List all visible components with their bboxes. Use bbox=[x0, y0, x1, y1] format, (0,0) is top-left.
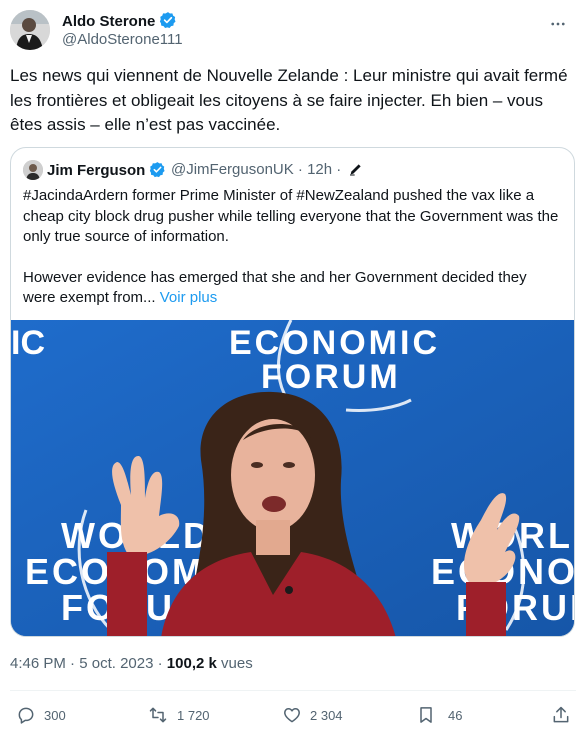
media-text-economic: ECONOMIC bbox=[229, 324, 440, 362]
tweet-date[interactable]: 5 oct. 2023 bbox=[79, 655, 153, 672]
verified-badge-icon bbox=[159, 11, 177, 33]
quoted-text-paragraph-2: However evidence has emerged that she an… bbox=[23, 268, 563, 309]
tweet-timestamp[interactable]: 4:46 PM · 5 oct. 2023 · 100,2 k vues bbox=[10, 655, 253, 672]
bookmark-icon bbox=[416, 705, 436, 725]
tweet-text: Les news qui viennent de Nouvelle Zeland… bbox=[10, 66, 568, 134]
quoted-text-2: However evidence has emerged that she an… bbox=[23, 268, 527, 307]
like-button[interactable]: 2 304 bbox=[282, 702, 343, 728]
action-bar: 300 1 720 2 304 46 bbox=[0, 702, 586, 728]
share-button[interactable] bbox=[551, 702, 571, 728]
divider bbox=[10, 690, 576, 691]
author-name-text[interactable]: Aldo Sterone bbox=[62, 13, 155, 30]
media-photo: IC ECONOMIC FORUM WORLD ECONOMIC FORUM W… bbox=[11, 320, 574, 636]
verified-badge-icon bbox=[149, 161, 166, 182]
repost-count: 1 720 bbox=[177, 707, 210, 723]
tweet-time[interactable]: 4:46 PM bbox=[10, 655, 66, 672]
repost-icon bbox=[147, 705, 169, 725]
quoted-text-paragraph-1: #JacindaArdern former Prime Minister of … bbox=[23, 187, 559, 245]
views-label: vues bbox=[221, 655, 253, 672]
see-more-link[interactable]: Voir plus bbox=[160, 289, 218, 306]
media-text-ic: IC bbox=[11, 324, 45, 362]
quoted-tweet[interactable]: Jim Ferguson @JimFergusonUK · 12h · #Jac… bbox=[10, 147, 575, 637]
like-icon bbox=[282, 705, 302, 725]
reply-count: 300 bbox=[44, 707, 66, 723]
meta-separator-2: · bbox=[157, 655, 163, 672]
author-handle[interactable]: @AldoSterone111 bbox=[62, 31, 183, 48]
quoted-tweet-text: #JacindaArdern former Prime Minister of … bbox=[23, 186, 563, 329]
quoted-meta-text: @JimFergusonUK · 12h · bbox=[171, 161, 342, 178]
edit-icon bbox=[348, 161, 364, 181]
share-icon bbox=[551, 705, 571, 725]
quoted-author-meta: @JimFergusonUK · 12h · bbox=[171, 161, 364, 181]
meta-separator: · bbox=[70, 655, 76, 672]
quoted-author-name[interactable]: Jim Ferguson bbox=[47, 161, 166, 182]
more-icon[interactable] bbox=[546, 12, 570, 36]
author-name[interactable]: Aldo Sterone bbox=[62, 11, 177, 33]
quoted-author-name-text[interactable]: Jim Ferguson bbox=[47, 162, 145, 179]
bookmark-button[interactable]: 46 bbox=[416, 702, 462, 728]
bookmark-count: 46 bbox=[448, 707, 463, 723]
reply-icon bbox=[16, 705, 36, 725]
tweet-header: Aldo Sterone @AldoSterone111 bbox=[10, 8, 576, 52]
repost-button[interactable]: 1 720 bbox=[147, 702, 210, 728]
like-count: 2 304 bbox=[310, 707, 343, 723]
views-count: 100,2 k bbox=[166, 655, 217, 672]
quoted-author-avatar[interactable] bbox=[23, 160, 43, 180]
reply-button[interactable]: 300 bbox=[16, 702, 66, 728]
author-avatar[interactable] bbox=[10, 10, 50, 50]
quoted-media-image[interactable]: IC ECONOMIC FORUM WORLD ECONOMIC FORUM W… bbox=[11, 320, 574, 636]
